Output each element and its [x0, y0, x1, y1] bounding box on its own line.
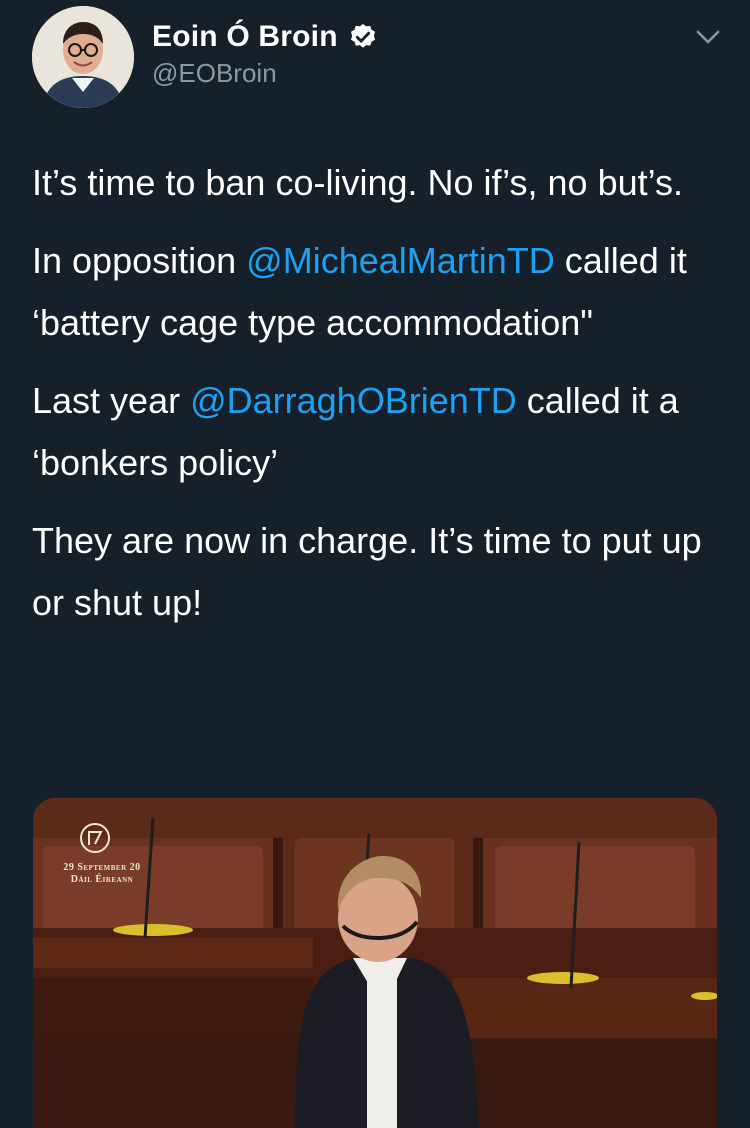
tweet-media-video[interactable]: 29 September 20 Dáil Éireann	[33, 798, 717, 1128]
avatar-photo	[32, 6, 134, 108]
tweet-paragraph-4: They are now in charge. It’s time to put…	[32, 520, 702, 623]
tweet-paragraph-3: Last year @DarraghOBrienTD called it a ‘…	[32, 370, 722, 494]
mention-link-michealmartintd[interactable]: @MichealMartinTD	[246, 240, 555, 281]
media-overlay-caption: 29 September 20 Dáil Éireann	[47, 862, 157, 886]
author-name-row: Eoin Ó Broin	[152, 20, 378, 54]
author-name[interactable]: Eoin Ó Broin	[152, 20, 338, 54]
tweet-text-segment: In opposition	[32, 240, 247, 281]
tweet-text-segment: Last year	[32, 380, 191, 421]
media-place-line: Dáil Éireann	[70, 874, 134, 885]
media-frame	[33, 798, 717, 1128]
mention-link-darraghobrientd[interactable]: @DarraghOBrienTD	[190, 380, 517, 421]
media-date-line: 29 September 20	[63, 862, 141, 873]
author-handle[interactable]: @EOBroin	[152, 58, 277, 89]
avatar[interactable]	[32, 6, 134, 108]
tweet-text: It’s time to ban co-living. No if’s, no …	[32, 152, 722, 650]
verified-badge-icon	[350, 23, 375, 48]
tweet-paragraph-2: In opposition @MichealMartinTD called it…	[32, 230, 722, 354]
tweet-paragraph-1: It’s time to ban co-living. No if’s, no …	[32, 162, 683, 203]
chevron-down-icon[interactable]	[690, 24, 726, 50]
tweet-header: Eoin Ó Broin @EOBroin	[0, 0, 750, 120]
